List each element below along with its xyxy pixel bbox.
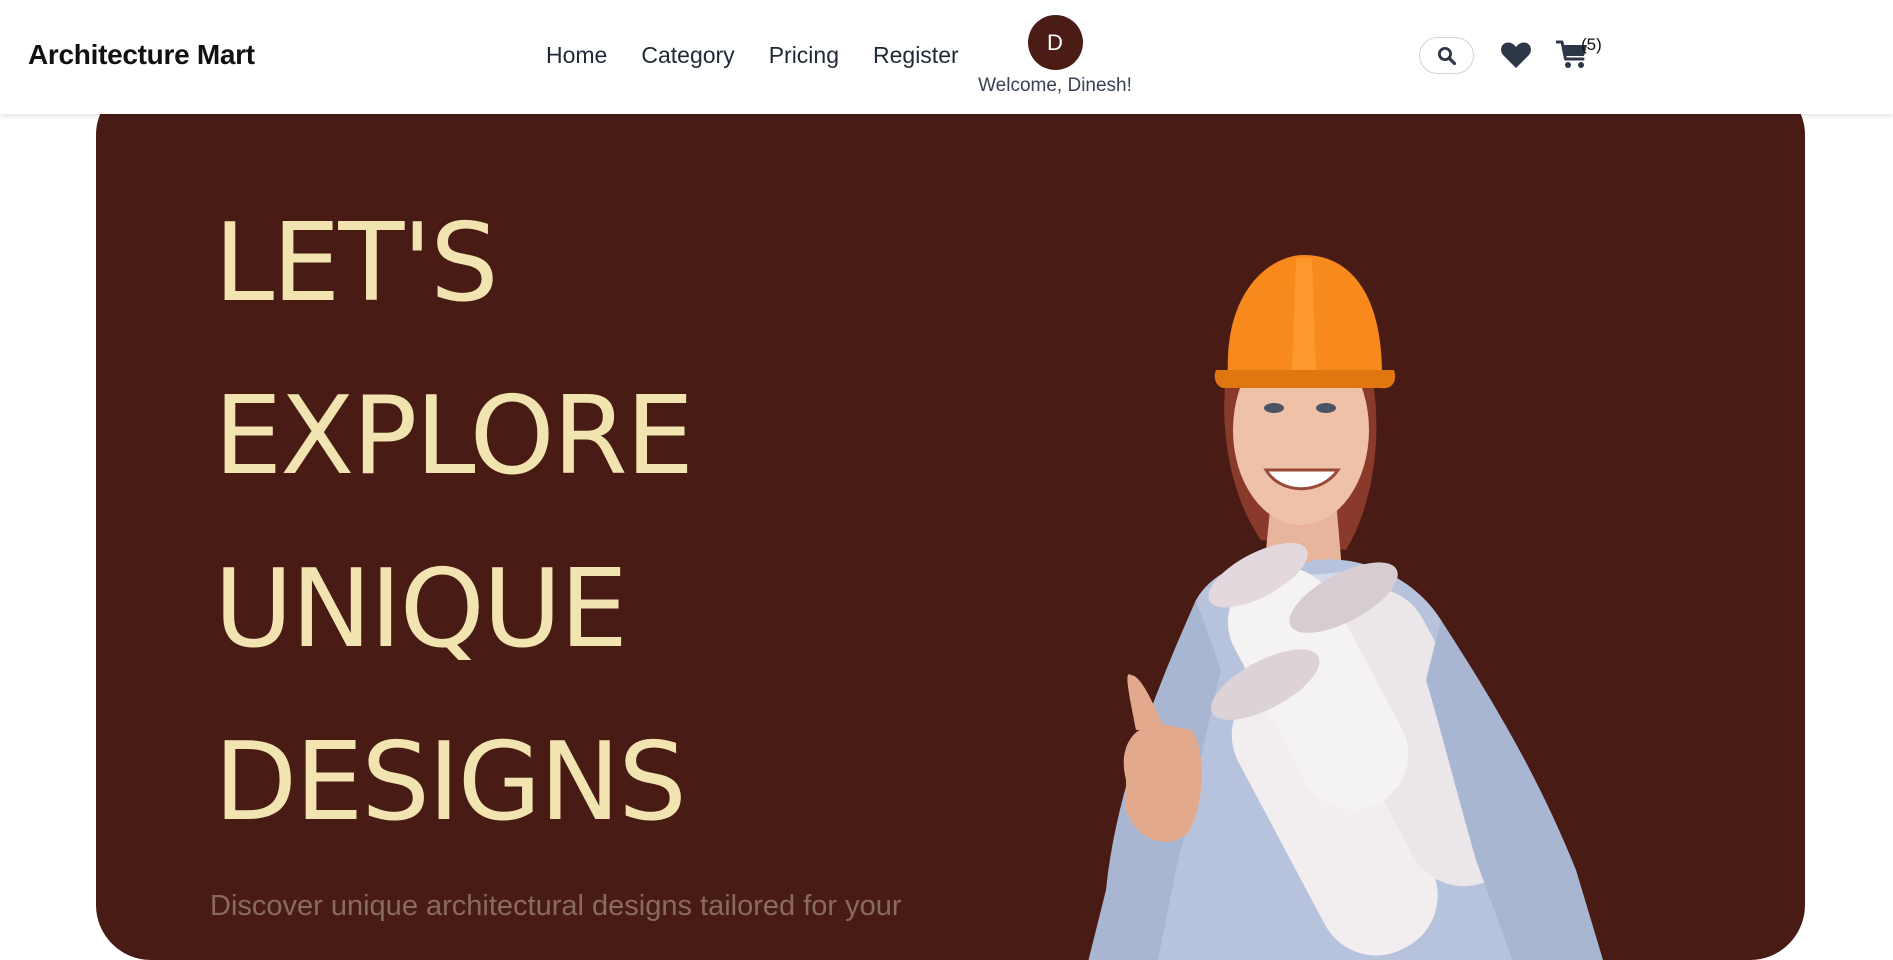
architect-illustration — [1088, 255, 1603, 960]
main-nav: Home Category Pricing Register — [546, 42, 959, 69]
user-menu[interactable]: D Welcome, Dinesh! — [975, 15, 1135, 97]
avatar[interactable]: D — [1027, 15, 1083, 70]
hero-line-1: LET'S — [214, 201, 499, 326]
nav-link-pricing[interactable]: Pricing — [769, 42, 839, 69]
top-navbar: Architecture Mart Home Category Pricing … — [0, 0, 1893, 114]
hero-banner: LET'S EXPLORE UNIQUE DESIGNS Discover un… — [96, 80, 1805, 960]
brand-logo[interactable]: Architecture Mart — [28, 39, 255, 71]
search-icon — [1437, 46, 1456, 65]
nav-link-home[interactable]: Home — [546, 42, 607, 69]
search-button[interactable] — [1419, 37, 1474, 74]
hero-line-4: DESIGNS — [214, 720, 687, 845]
hero-line-3: UNIQUE — [214, 547, 628, 672]
wishlist-button[interactable] — [1500, 40, 1532, 70]
cart-count-badge: (5) — [1581, 35, 1602, 54]
welcome-text: Welcome, Dinesh! — [978, 75, 1132, 96]
nav-link-register[interactable]: Register — [873, 42, 959, 69]
hero-line-2: EXPLORE — [214, 374, 694, 499]
nav-link-category[interactable]: Category — [641, 42, 734, 69]
heart-icon — [1501, 42, 1531, 68]
